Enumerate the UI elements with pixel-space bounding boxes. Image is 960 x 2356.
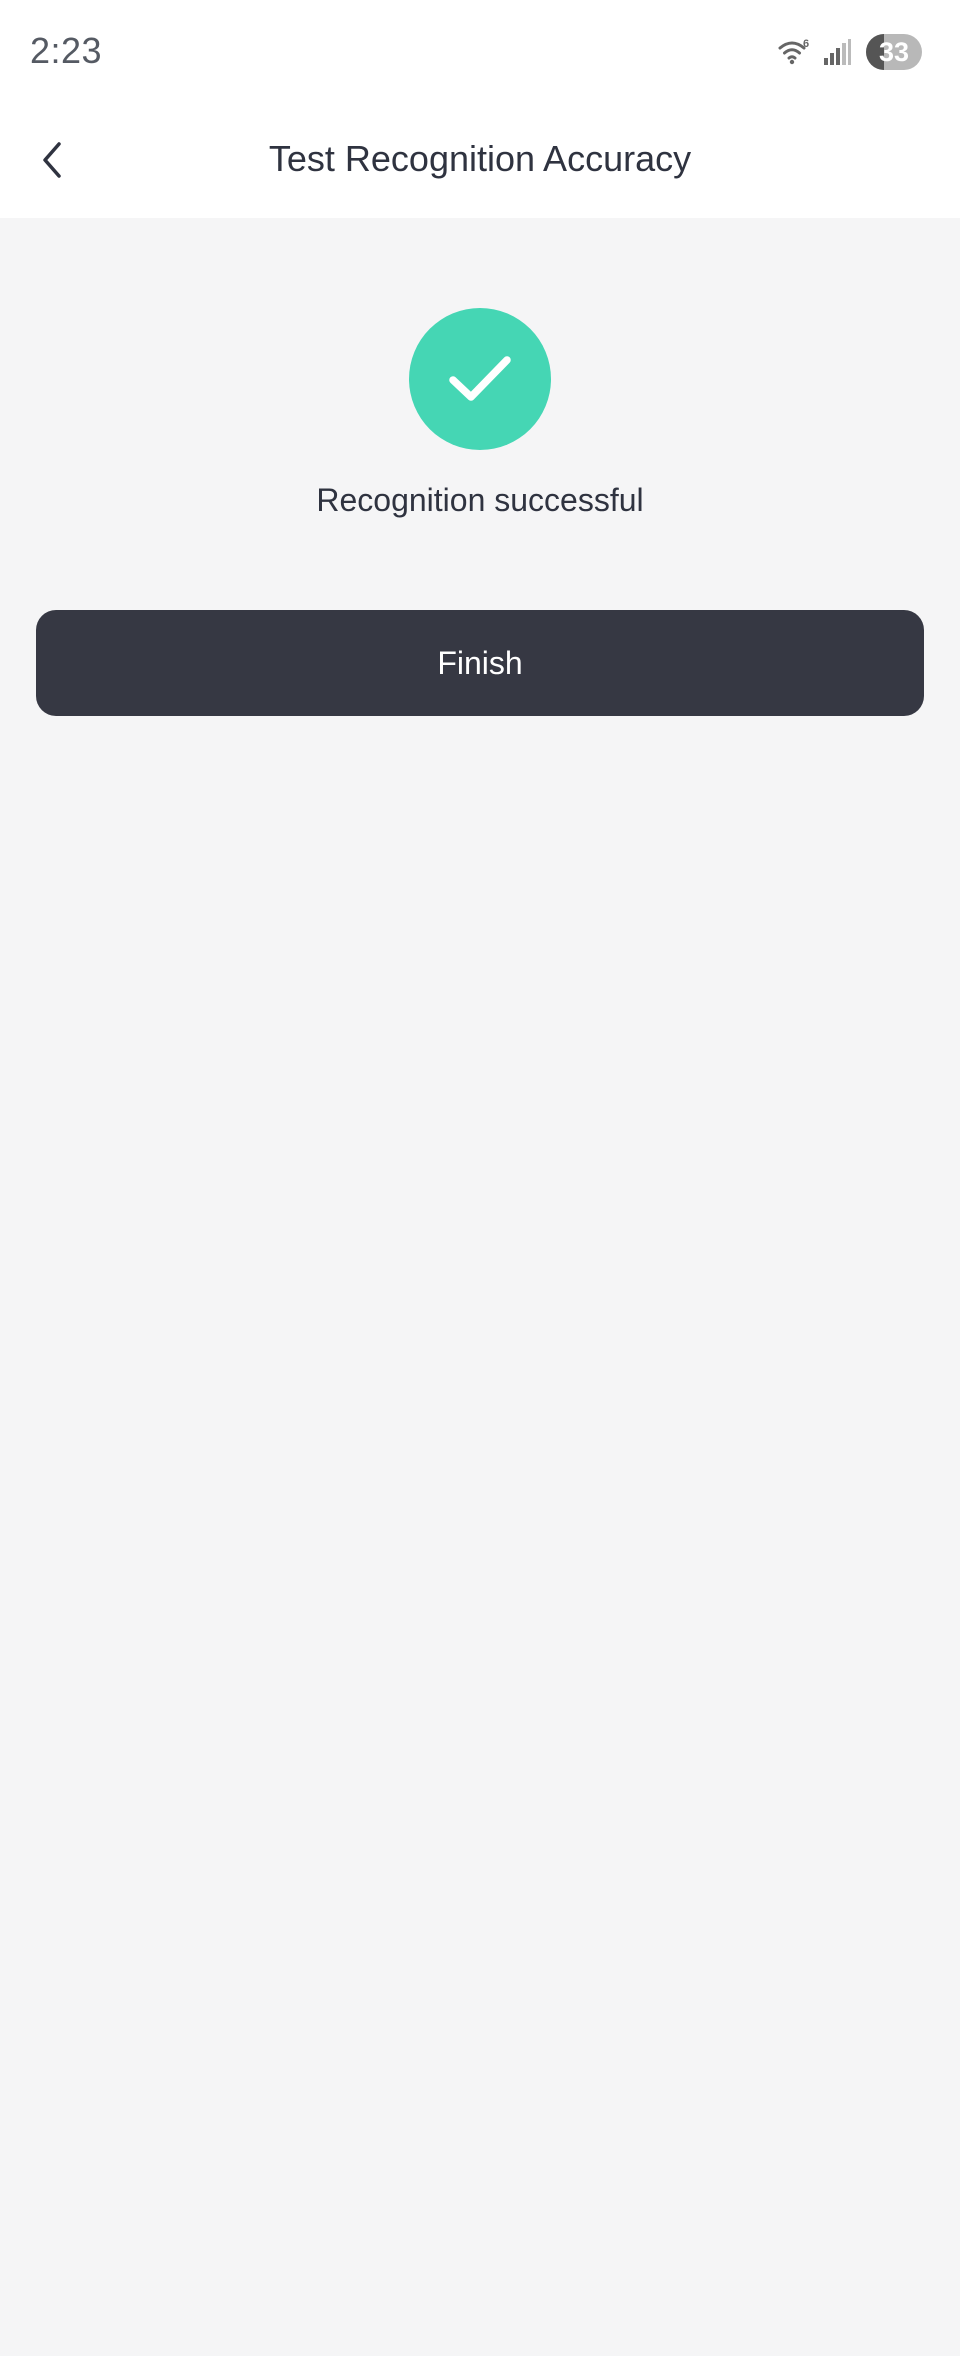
status-icons: 6 33 — [778, 32, 922, 72]
wifi-badge: 6 — [803, 38, 809, 50]
status-bar: 2:23 6 33 — [0, 0, 960, 104]
wifi-icon: 6 — [778, 38, 809, 65]
result-message: Recognition successful — [316, 482, 644, 518]
signal-icon — [824, 39, 851, 65]
page-title: Test Recognition Accuracy — [268, 138, 692, 179]
nav-bar: Test Recognition Accuracy — [0, 104, 960, 218]
status-time: 2:23 — [30, 30, 103, 71]
checkmark-icon — [449, 356, 511, 401]
success-badge — [409, 308, 551, 450]
battery-indicator: 33 — [866, 34, 922, 70]
finish-button[interactable]: Finish — [36, 610, 924, 716]
battery-level: 33 — [878, 37, 910, 67]
back-button[interactable] — [22, 130, 82, 190]
chevron-left-icon — [43, 142, 61, 178]
